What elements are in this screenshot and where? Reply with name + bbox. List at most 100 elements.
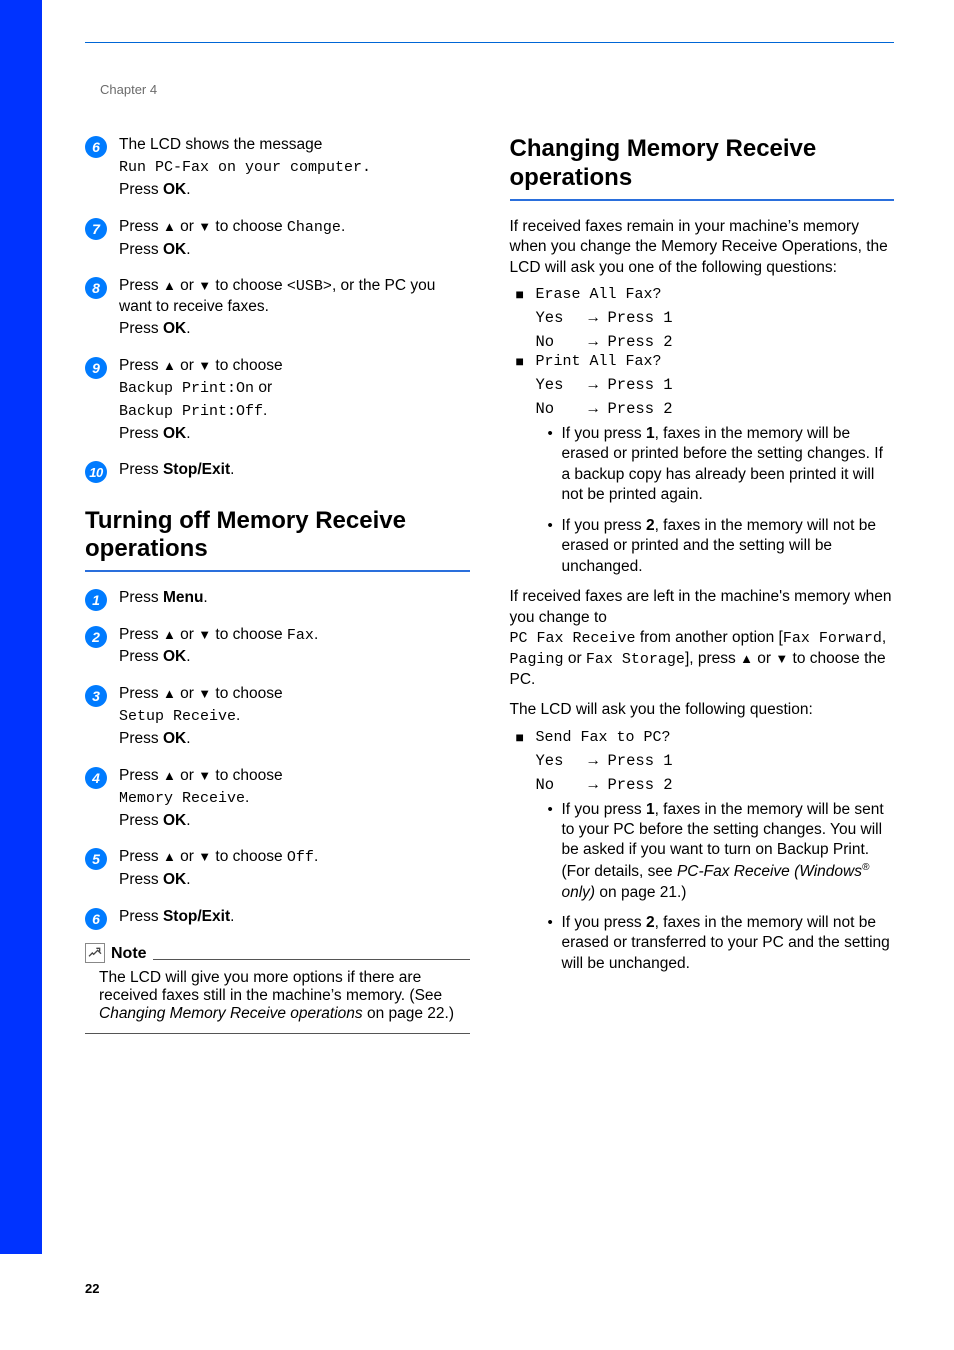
right-column: Changing Memory Receive operations If re…: [510, 135, 895, 1260]
arrow-right-icon: →: [586, 400, 608, 418]
step-number-badge: 6: [85, 136, 107, 158]
step-body: Press ▲ or ▼ to choose Memory Receive.Pr…: [119, 766, 470, 834]
arrow-up-icon: ▲: [163, 686, 176, 701]
step-line: Press OK.: [119, 729, 470, 749]
header-rule: [85, 42, 894, 43]
step-line: Press ▲ or ▼ to choose: [119, 684, 470, 704]
step-number-badge: 2: [85, 626, 107, 648]
arrow-right-icon: →: [586, 309, 608, 327]
step-line: Press OK.: [119, 811, 470, 831]
step: 6 Press Stop/Exit.: [85, 907, 470, 929]
step-body: Press ▲ or ▼ to choose Setup Receive.Pre…: [119, 684, 470, 752]
step-line: Press ▲ or ▼ to choose Off.: [119, 847, 470, 868]
step-number-badge: 6: [85, 908, 107, 930]
lcd-answer-row: Yes→Press 1: [536, 752, 895, 770]
arrow-down-icon: ▼: [198, 358, 211, 373]
h2-title: Changing Memory Receive operations: [510, 135, 895, 193]
page-number: 22: [85, 1281, 99, 1296]
lcd-question-text: Erase All Fax?: [536, 286, 662, 303]
step-number-badge: 7: [85, 218, 107, 240]
step-number-badge: 3: [85, 685, 107, 707]
chapter-label: Chapter 4: [100, 82, 157, 97]
left-margin-strip: [0, 42, 42, 1254]
h2-rule: [510, 199, 895, 201]
step-line: Memory Receive.: [119, 788, 470, 809]
arrow-down-icon: ▼: [198, 219, 211, 234]
note-icon: [85, 943, 105, 963]
step-number-badge: 10: [85, 461, 107, 483]
page-content: 6 The LCD shows the message Run PC-Fax on…: [85, 135, 894, 1260]
mid-paragraph: If received faxes are left in the machin…: [510, 587, 895, 690]
mid-paragraph-2: The LCD will ask you the following quest…: [510, 700, 895, 720]
step-body: Press ▲ or ▼ to choose Change.Press OK.: [119, 217, 470, 262]
lcd-answer-row: No→Press 2: [536, 333, 895, 351]
arrow-down-icon: ▼: [198, 849, 211, 864]
step-body: Press Stop/Exit.: [119, 460, 470, 482]
step-body: Press Stop/Exit.: [119, 907, 470, 929]
lcd-question-text: Send Fax to PC?: [536, 729, 671, 746]
step: 6 The LCD shows the message Run PC-Fax on…: [85, 135, 470, 203]
step-line: Press OK.: [119, 424, 470, 444]
step: 8 Press ▲ or ▼ to choose <USB>, or the PC…: [85, 276, 470, 342]
h2-rule: [85, 570, 470, 572]
step-line: Press Stop/Exit.: [119, 460, 470, 480]
arrow-down-icon: ▼: [775, 651, 788, 666]
arrow-up-icon: ▲: [163, 278, 176, 293]
step-line: Run PC-Fax on your computer.: [119, 157, 470, 178]
note-label: Note: [111, 945, 147, 963]
arrow-up-icon: ▲: [163, 358, 176, 373]
step-line: Press ▲ or ▼ to choose Fax.: [119, 625, 470, 646]
square-bullet-icon: ■: [516, 353, 526, 370]
step-body: Press ▲ or ▼ to choose Backup Print:On o…: [119, 356, 470, 447]
heading-turning-off: Turning off Memory Receive operations: [85, 507, 470, 573]
step-number-badge: 5: [85, 848, 107, 870]
step-body: Press ▲ or ▼ to choose Off.Press OK.: [119, 847, 470, 892]
lcd-question-text: Print All Fax?: [536, 353, 662, 370]
step-body: Press ▲ or ▼ to choose <USB>, or the PC …: [119, 276, 470, 342]
step: 9Press ▲ or ▼ to choose Backup Print:On …: [85, 356, 470, 447]
step-body: Press Menu.: [119, 588, 470, 610]
arrow-down-icon: ▼: [198, 627, 211, 642]
bullet-item: If you press 2, faxes in the memory will…: [548, 913, 895, 974]
bullet-item: If you press 2, faxes in the memory will…: [548, 516, 895, 577]
arrow-up-icon: ▲: [163, 768, 176, 783]
step-line: Press OK.: [119, 240, 470, 260]
arrow-up-icon: ▲: [163, 849, 176, 864]
square-bullet-icon: ■: [516, 729, 526, 746]
arrow-down-icon: ▼: [198, 686, 211, 701]
step: 1 Press Menu.: [85, 588, 470, 610]
step-line: Press ▲ or ▼ to choose Change.: [119, 217, 470, 238]
note-rule: [153, 959, 470, 960]
heading-changing: Changing Memory Receive operations: [510, 135, 895, 201]
step-line: Setup Receive.: [119, 706, 470, 727]
note-body: The LCD will give you more options if th…: [85, 963, 470, 1034]
arrow-right-icon: →: [586, 333, 608, 351]
step-line: Backup Print:Off.: [119, 401, 470, 422]
arrow-up-icon: ▲: [740, 651, 753, 666]
arrow-right-icon: →: [586, 776, 608, 794]
step-line: Press OK.: [119, 870, 470, 890]
step-line: Press OK.: [119, 319, 470, 339]
lcd-answer-row: No→Press 2: [536, 400, 895, 418]
left-column: 6 The LCD shows the message Run PC-Fax on…: [85, 135, 470, 1260]
step-line: Backup Print:On or: [119, 378, 470, 399]
bullet-item: If you press 1, faxes in the memory will…: [548, 800, 895, 903]
step-line: The LCD shows the message: [119, 135, 470, 155]
lcd-answer-row: Yes→Press 1: [536, 376, 895, 394]
step-number-badge: 8: [85, 277, 107, 299]
step-body: The LCD shows the message Run PC-Fax on …: [119, 135, 470, 203]
lcd-answer-row: No→Press 2: [536, 776, 895, 794]
lcd-answer-row: Yes→Press 1: [536, 309, 895, 327]
arrow-up-icon: ▲: [163, 627, 176, 642]
lcd-question: ■Erase All Fax?: [516, 286, 895, 303]
step-line: Press ▲ or ▼ to choose: [119, 356, 470, 376]
step-line: Press OK.: [119, 647, 470, 667]
step-line: Press OK.: [119, 180, 470, 200]
step-line: Press Menu.: [119, 588, 470, 608]
arrow-right-icon: →: [586, 376, 608, 394]
step-line: Press ▲ or ▼ to choose <USB>, or the PC …: [119, 276, 470, 317]
step-number-badge: 4: [85, 767, 107, 789]
step: 5 Press ▲ or ▼ to choose Off.Press OK.: [85, 847, 470, 892]
step: 7 Press ▲ or ▼ to choose Change.Press OK.: [85, 217, 470, 262]
step-number-badge: 1: [85, 589, 107, 611]
